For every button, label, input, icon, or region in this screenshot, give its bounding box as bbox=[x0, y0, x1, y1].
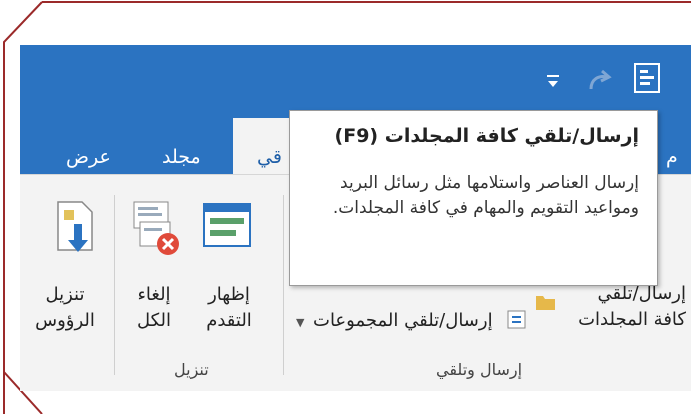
redo-icon[interactable] bbox=[585, 67, 613, 99]
show-progress-button[interactable]: إظهار التقدم bbox=[196, 282, 262, 334]
send-receive-qat-icon[interactable] bbox=[632, 61, 664, 99]
send-receive-groups-button[interactable]: إرسال/تلقي المجموعات bbox=[313, 308, 493, 334]
show-progress-icon bbox=[202, 202, 254, 254]
cancel-all-label-2: الكل bbox=[136, 310, 172, 331]
dropdown-arrow-icon[interactable]: ▼ bbox=[296, 316, 304, 329]
separator bbox=[283, 195, 284, 375]
cancel-all-label-1: إلغاء bbox=[137, 284, 171, 305]
download-headers-button[interactable]: تنزيل الرؤوس bbox=[30, 282, 100, 334]
send-receive-groups-icon bbox=[506, 309, 528, 335]
customize-dropdown-icon[interactable] bbox=[545, 71, 561, 95]
tooltip-body: إرسال العناصر واستلامها مثل رسائل البريد… bbox=[332, 173, 639, 218]
folder-icon bbox=[535, 292, 557, 316]
tooltip-title: إرسال/تلقي كافة المجلدات (F9) bbox=[334, 125, 639, 147]
download-headers-icon bbox=[52, 200, 100, 264]
download-headers-label-1: تنزيل bbox=[45, 284, 85, 305]
group-send-receive-label: إرسال وتلقي bbox=[436, 360, 523, 379]
tab-send-receive-label[interactable]: قي bbox=[257, 146, 282, 168]
title-bar bbox=[20, 45, 691, 118]
tab-folder[interactable]: مجلد bbox=[162, 146, 201, 168]
separator bbox=[114, 195, 115, 375]
send-receive-all-button[interactable]: إرسال/تلقي كافة المجلدات bbox=[564, 281, 686, 333]
download-headers-label-2: الرؤوس bbox=[35, 310, 95, 331]
tab-home[interactable]: م bbox=[666, 146, 678, 168]
tab-view[interactable]: عرض bbox=[66, 146, 111, 168]
group-download-label: تنزيل bbox=[174, 360, 209, 379]
show-progress-label-1: إظهار bbox=[208, 284, 250, 305]
tooltip: إرسال/تلقي كافة المجلدات (F9) إرسال العن… bbox=[289, 110, 658, 286]
show-progress-label-2: التقدم bbox=[206, 310, 252, 331]
cancel-all-button[interactable]: إلغاء الكل bbox=[124, 282, 184, 334]
cancel-all-icon bbox=[130, 198, 182, 264]
send-receive-all-label-2: كافة المجلدات bbox=[578, 309, 686, 330]
